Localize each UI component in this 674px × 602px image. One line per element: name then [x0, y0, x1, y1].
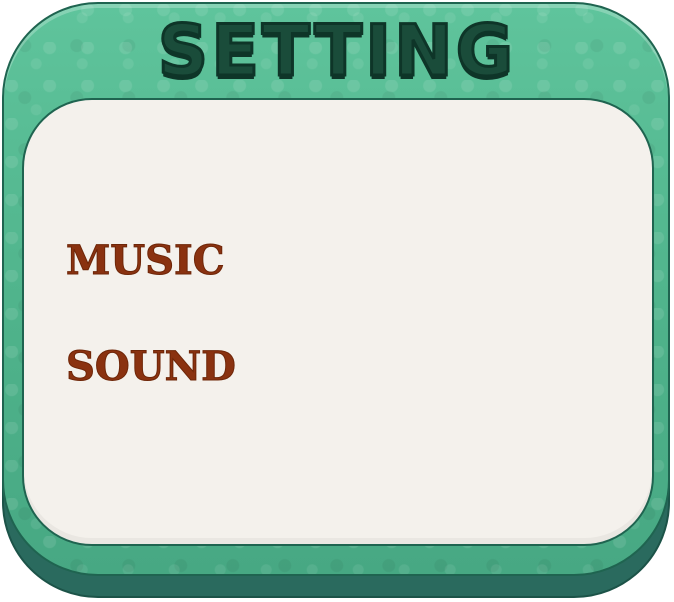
settings-panel — [22, 98, 654, 546]
dialog-title: SETTING — [156, 9, 517, 94]
sound-label: SOUND — [66, 343, 237, 391]
music-label: MUSIC — [66, 237, 226, 285]
